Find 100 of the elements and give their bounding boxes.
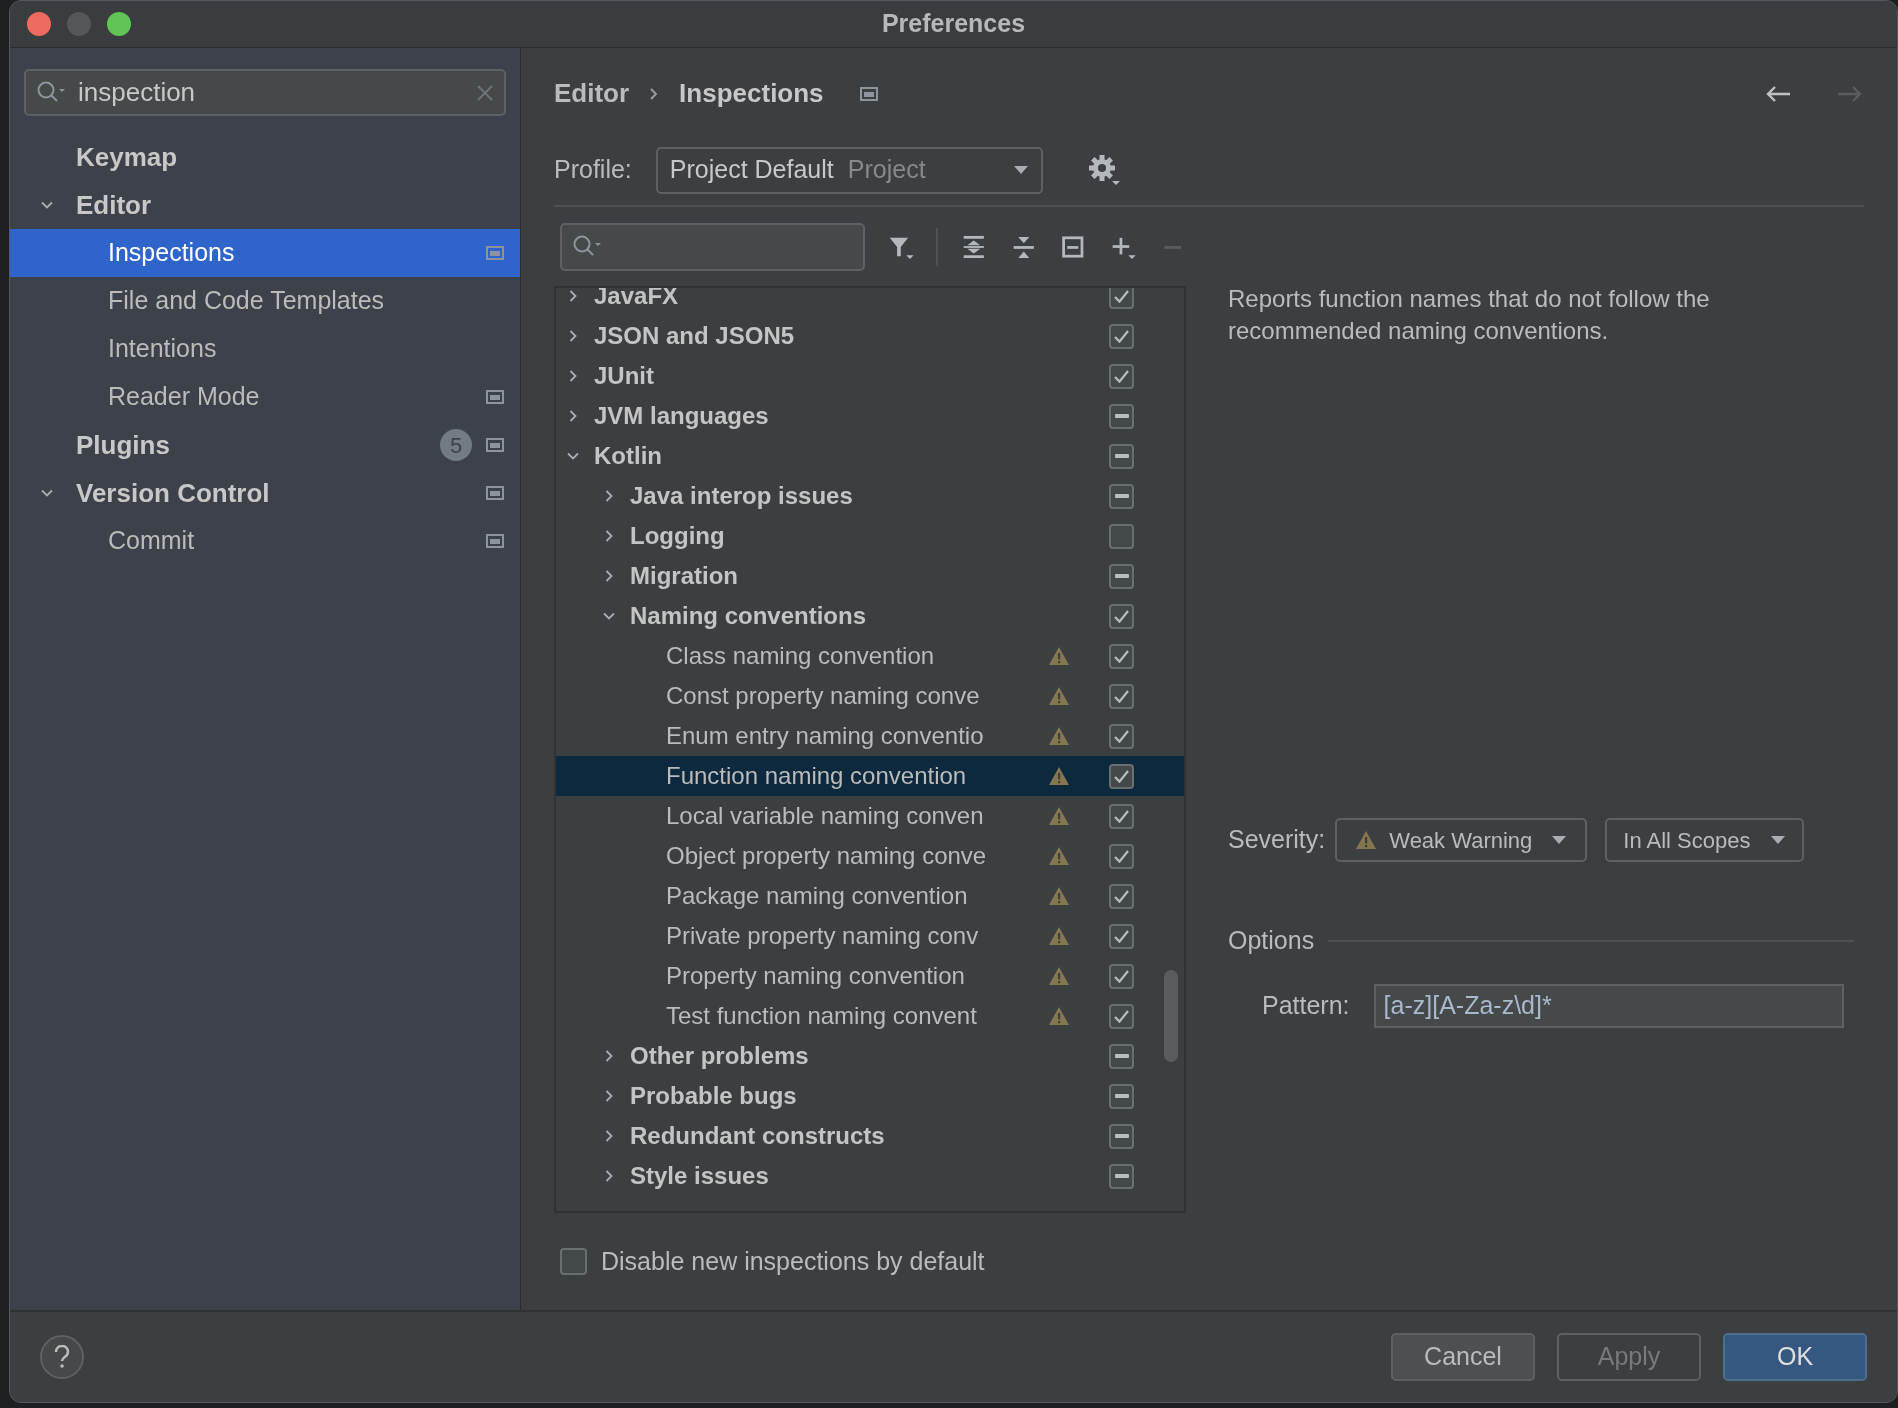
checkbox[interactable] (1109, 1043, 1134, 1069)
dropdown-caret-icon (1770, 835, 1787, 845)
sidebar-item[interactable]: Version Control (10, 469, 520, 517)
zoom-window-button[interactable] (107, 12, 131, 36)
checkbox[interactable] (1109, 483, 1134, 509)
checkbox[interactable] (1109, 923, 1134, 949)
checkbox[interactable] (1109, 843, 1134, 869)
checkbox[interactable] (1109, 683, 1134, 709)
tree-item-label: Function naming convention (666, 761, 967, 791)
check-icon (1113, 848, 1130, 864)
sidebar-item[interactable]: Reader Mode (10, 373, 520, 421)
tree-search-field[interactable] (560, 222, 865, 271)
tree-row[interactable]: Redundant constructs (556, 1116, 1184, 1156)
tree-item-label: Package naming convention (666, 881, 968, 911)
pattern-value: [a-z][A-Za-z\d]* (1383, 989, 1552, 1021)
warning-icon (1048, 966, 1070, 986)
warning-icon (1048, 726, 1070, 746)
tree-row[interactable]: Const property naming conve (556, 676, 1184, 716)
sidebar-item[interactable]: Inspections (10, 229, 520, 277)
help-button[interactable] (40, 1335, 84, 1379)
tree-row[interactable]: JUnit (556, 356, 1184, 396)
checkbox[interactable] (1109, 1083, 1134, 1109)
tree-row[interactable]: Other problems (556, 1036, 1184, 1076)
sidebar-item[interactable]: Commit (10, 517, 520, 565)
scrollbar-thumb[interactable] (1164, 970, 1178, 1062)
checkbox[interactable] (1109, 883, 1134, 909)
description-text: Reports function names that do not follow the recommended naming conventions. (1228, 284, 1711, 346)
warning-icon (1048, 846, 1070, 866)
tree-row[interactable]: Probable bugs (556, 1076, 1184, 1116)
checkbox[interactable] (1109, 643, 1134, 669)
tree-item-label: Enum entry naming conventio (666, 721, 984, 751)
sidebar-item-label: Intentions (108, 333, 218, 365)
ok-button[interactable]: OK (1723, 1333, 1867, 1381)
pattern-field[interactable]: [a-z][A-Za-z\d]* (1373, 983, 1844, 1028)
checkbox[interactable] (1109, 288, 1134, 309)
breadcrumb-current: Inspections (679, 77, 824, 110)
tree-row[interactable]: JavaFX (556, 288, 1184, 316)
tree-item-label: Style issues (630, 1161, 769, 1191)
dialog-button[interactable]: Cancel (1391, 1333, 1535, 1381)
severity-dropdown[interactable]: Weak Warning (1335, 818, 1588, 862)
sidebar-item[interactable]: File and Code Templates (10, 277, 520, 325)
sidebar-item[interactable]: Editor (10, 181, 520, 229)
tree-item-label: Local variable naming conven (666, 801, 984, 831)
warning-icon (1355, 830, 1378, 850)
search-field[interactable]: inspection (24, 69, 506, 116)
profile-dropdown[interactable]: Project Default Project (655, 146, 1043, 194)
tree-row[interactable]: Package naming convention (556, 876, 1184, 916)
checkbox[interactable] (1109, 763, 1134, 789)
checkbox[interactable] (1109, 323, 1134, 349)
warning-icon (1048, 766, 1070, 786)
tree-row[interactable]: Kotlin (556, 436, 1184, 476)
tree-row[interactable]: Class naming convention (556, 636, 1184, 676)
tree-row[interactable]: Style issues (556, 1156, 1184, 1196)
checkbox[interactable] (1109, 443, 1134, 469)
checkbox[interactable] (1109, 523, 1134, 549)
sidebar-item-label: Version Control (76, 476, 271, 510)
checkbox[interactable] (1109, 803, 1134, 829)
checkbox[interactable] (1109, 1003, 1134, 1029)
sidebar-item-label: Reader Mode (108, 381, 261, 413)
close-window-button[interactable] (27, 12, 51, 36)
tree-row[interactable]: Function naming convention (556, 756, 1184, 796)
tree-row[interactable]: JSON and JSON5 (556, 316, 1184, 356)
checkbox[interactable] (1109, 963, 1134, 989)
tree-row[interactable]: JVM languages (556, 396, 1184, 436)
project-level-icon (859, 86, 878, 101)
back-arrow-icon[interactable] (1764, 83, 1792, 104)
tree-row[interactable]: Enum entry naming conventio (556, 716, 1184, 756)
tree-row[interactable]: Local variable naming conven (556, 796, 1184, 836)
count-badge: 5 (440, 429, 472, 461)
tree-row[interactable]: Test function naming convent (556, 996, 1184, 1036)
severity-label: Severity: (1228, 824, 1326, 856)
warning-icon (1048, 686, 1070, 706)
breadcrumb-link[interactable]: Editor (554, 74, 630, 113)
tree-row[interactable]: Migration (556, 556, 1184, 596)
tree-row[interactable]: Object property naming conve (556, 836, 1184, 876)
tree-row[interactable]: Java interop issues (556, 476, 1184, 516)
profile-scope: Project (847, 154, 927, 186)
sidebar-item[interactable]: Plugins 5 (10, 421, 520, 469)
settings-icon[interactable] (1086, 153, 1121, 187)
checkbox[interactable] (1109, 603, 1134, 629)
checkbox[interactable] (1109, 723, 1134, 749)
pattern-label: Pattern: (1262, 989, 1350, 1021)
sidebar-item-label: Keymap (76, 140, 179, 174)
checkbox[interactable] (1109, 363, 1134, 389)
sidebar-item[interactable]: Keymap (10, 133, 520, 181)
checkbox[interactable] (1109, 403, 1134, 429)
scope-dropdown[interactable]: In All Scopes (1605, 818, 1805, 862)
check-icon (1113, 648, 1130, 664)
checkbox[interactable] (1109, 1163, 1134, 1189)
checkbox[interactable] (1109, 563, 1134, 589)
checkbox[interactable] (1109, 1123, 1134, 1149)
tree-row[interactable]: Naming conventions (556, 596, 1184, 636)
tree-item-label: Redundant constructs (630, 1121, 885, 1151)
tree-row[interactable]: Property naming convention (556, 956, 1184, 996)
sidebar-item[interactable]: Intentions (10, 325, 520, 373)
warning-icon (1048, 646, 1070, 666)
tree-row[interactable]: Logging (556, 516, 1184, 556)
tree-row[interactable]: Private property naming conv (556, 916, 1184, 956)
severity-value: Weak Warning (1389, 826, 1534, 855)
checkbox[interactable] (560, 1248, 587, 1276)
